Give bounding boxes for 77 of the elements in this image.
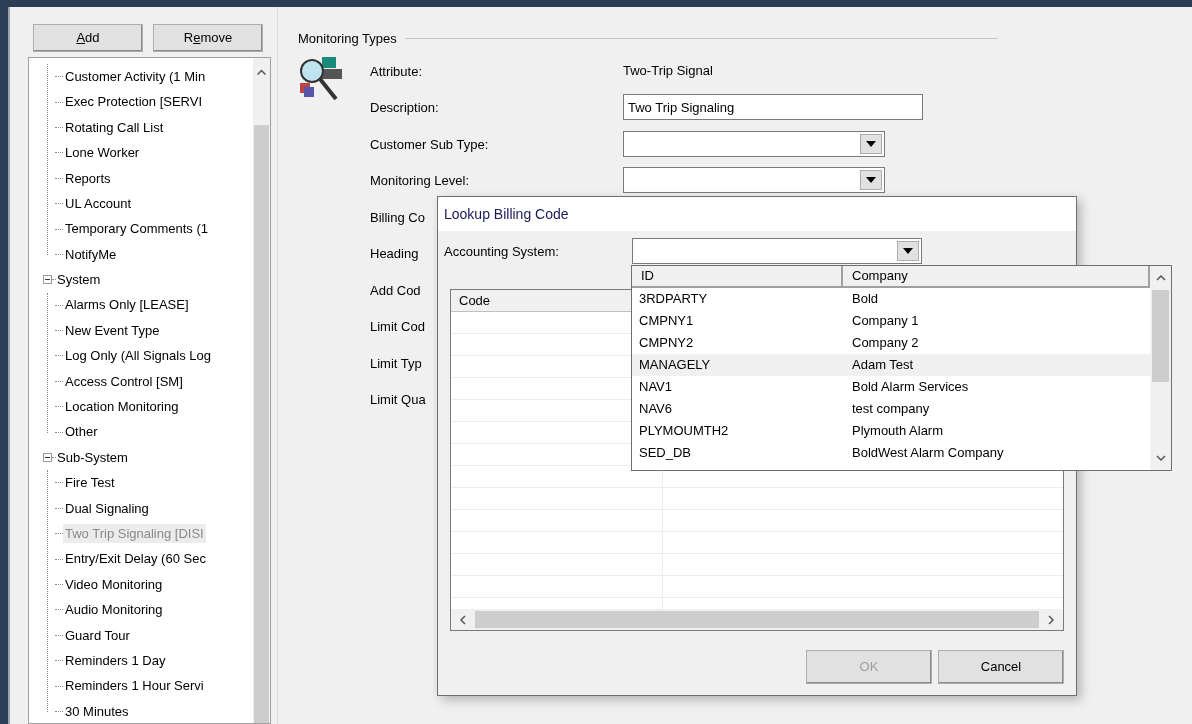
- tree-group[interactable]: Sub-System: [56, 447, 128, 468]
- tree-item[interactable]: Entry/Exit Delay (60 Sec: [63, 549, 208, 569]
- scrollbar[interactable]: [253, 58, 270, 723]
- form-label: Customer Sub Type:: [370, 136, 489, 152]
- tree-item[interactable]: Temporary Comments (1: [63, 219, 211, 239]
- table-cell-text: test company: [851, 400, 931, 419]
- table-cell-text: NAV6: [638, 400, 673, 419]
- scroll-up-icon[interactable]: [257, 69, 266, 75]
- table-cell-text: BoldWest Alarm Company: [851, 444, 1005, 463]
- scrollbar[interactable]: [1150, 266, 1171, 470]
- tree-item[interactable]: Log Only (All Signals Log: [63, 346, 213, 366]
- scroll-down-icon[interactable]: [1155, 454, 1166, 462]
- form-label: Billing Co: [370, 209, 425, 225]
- scrollbar-thumb[interactable]: [1152, 290, 1169, 382]
- tree-item[interactable]: Rotating Call List: [63, 117, 166, 138]
- table-cell-text: Company 2: [851, 334, 920, 353]
- collapse-icon[interactable]: [43, 275, 52, 285]
- form-label: Add Cod: [370, 282, 421, 298]
- form-label: Heading: [370, 246, 419, 262]
- table-cell-text: PLYMOUMTH2: [638, 422, 730, 441]
- form-label: Description:: [370, 100, 439, 116]
- magnifier-computer-icon: [298, 54, 344, 101]
- table-cell-text: NAV1: [638, 378, 673, 397]
- tree-item[interactable]: Fire Test: [63, 473, 117, 493]
- scrollbar-thumb[interactable]: [475, 611, 1039, 628]
- description-field[interactable]: Two Trip Signaling: [623, 94, 923, 121]
- form-label: Attribute:: [370, 63, 423, 79]
- table-cell-text: Company 1: [851, 312, 920, 331]
- table-cell-text: Plymouth Alarm: [851, 422, 945, 441]
- combo-box[interactable]: [623, 130, 885, 157]
- form-label: Limit Qua: [370, 392, 426, 408]
- tree-item[interactable]: Other: [63, 422, 100, 442]
- tree-item[interactable]: Reminders 1 Hour Servi: [63, 676, 206, 696]
- column-header[interactable]: ID: [632, 266, 843, 286]
- tree-item[interactable]: Lone Worker: [63, 143, 142, 163]
- scroll-up-icon[interactable]: [1155, 274, 1166, 282]
- tree-group[interactable]: System: [56, 270, 101, 290]
- toolbar-button[interactable]: Add: [33, 24, 143, 52]
- dialog-title: Lookup Billing Code: [444, 204, 569, 224]
- form-label: Monitoring Level:: [370, 173, 469, 189]
- form-label: Accounting System:: [444, 244, 559, 259]
- tree-item[interactable]: Audio Monitoring: [63, 600, 165, 620]
- tree-item[interactable]: New Event Type: [63, 320, 162, 341]
- table-cell-text: Bold Alarm Services: [851, 378, 970, 397]
- tree-item[interactable]: Video Monitoring: [63, 574, 165, 595]
- horizontal-scrollbar[interactable]: [451, 609, 1063, 630]
- scroll-left-icon[interactable]: [459, 614, 467, 625]
- section-title: Monitoring Types: [298, 30, 397, 48]
- tree-item[interactable]: Dual Signaling: [63, 498, 151, 519]
- table-cell-text: Bold: [851, 290, 880, 309]
- tree-item[interactable]: UL Account: [63, 193, 133, 214]
- dropdown-row[interactable]: MANAGELY Adam Test: [632, 354, 1150, 376]
- tree-item[interactable]: Exec Protection [SERVI: [63, 92, 205, 112]
- tree-item[interactable]: NotifyMe: [63, 244, 119, 265]
- tree-item[interactable]: Access Control [SM]: [63, 371, 185, 392]
- tree-item[interactable]: Customer Activity (1 Min: [63, 66, 208, 87]
- tree-item[interactable]: Reminders 1 Day: [63, 650, 168, 671]
- tree-item[interactable]: 30 Minutes: [63, 701, 131, 722]
- accounting-system-combo[interactable]: [632, 238, 922, 264]
- scrollbar-thumb[interactable]: [254, 125, 269, 723]
- form-label: Limit Typ: [370, 355, 422, 371]
- tree-item[interactable]: Guard Tour: [63, 625, 132, 646]
- toolbar-button[interactable]: Remove: [153, 24, 263, 52]
- collapse-icon[interactable]: [43, 453, 52, 463]
- table-cell-text: MANAGELY: [638, 356, 712, 375]
- scroll-right-icon[interactable]: [1047, 614, 1055, 625]
- attribute-value: Two-Trip Signal: [623, 62, 713, 80]
- table-cell-text: SED_DB: [638, 444, 693, 463]
- table-cell-text: CMPNY1: [638, 312, 695, 331]
- table-cell-text: Adam Test: [851, 356, 915, 375]
- dialog-button[interactable]: Cancel: [938, 650, 1064, 684]
- form-label: Limit Cod: [370, 319, 425, 335]
- tree-item[interactable]: Location Monitoring: [63, 397, 181, 417]
- combo-box[interactable]: [623, 167, 885, 194]
- table-cell-text: CMPNY2: [638, 334, 695, 353]
- tree-item[interactable]: Alarms Only [LEASE]: [63, 295, 191, 315]
- tree-item[interactable]: Reports: [63, 168, 113, 188]
